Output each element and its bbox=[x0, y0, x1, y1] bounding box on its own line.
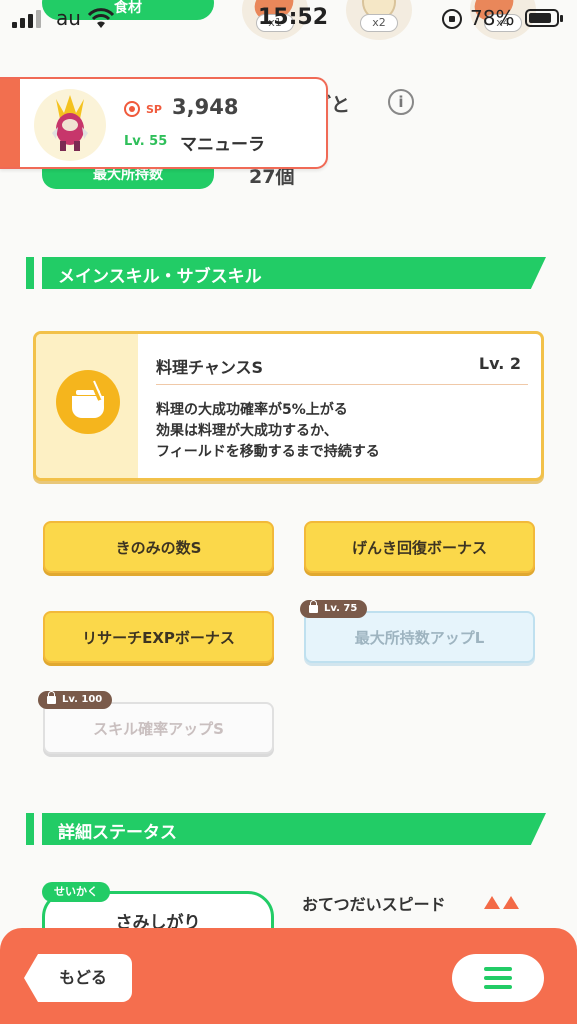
pokemon-card[interactable]: SP 3,948 Lv. 55 マニューラ bbox=[0, 77, 328, 169]
stat-up-icon bbox=[484, 896, 500, 909]
section-title: メインスキル・サブスキル bbox=[58, 267, 262, 287]
rotation-lock-icon bbox=[442, 9, 462, 29]
svg-text:!: ! bbox=[102, 400, 108, 416]
signal-icon bbox=[12, 10, 46, 28]
sp-label: SP bbox=[146, 103, 162, 116]
back-button[interactable]: もどる bbox=[24, 954, 132, 1002]
help-speed-label: おてつだいスピード bbox=[302, 895, 446, 914]
carrier-label: au bbox=[56, 6, 81, 30]
details-section-header: 詳細ステータス bbox=[26, 813, 546, 845]
main-skill-level: Lv. 2 bbox=[478, 354, 521, 373]
clock: 15:52 bbox=[258, 5, 329, 30]
battery-percent: 78% bbox=[470, 6, 515, 30]
main-skill-description: 料理の大成功確率が5%上がる 効果は料理が大成功するか、 フィールドを移動するま… bbox=[156, 402, 380, 460]
stat-up-icon bbox=[503, 896, 519, 909]
sub-skill-button-locked[interactable]: 最大所持数アップL bbox=[304, 611, 535, 663]
sub-skill-button[interactable]: リサーチEXPボーナス bbox=[43, 611, 274, 663]
bottom-bar: もどる bbox=[0, 928, 577, 1024]
sp-value: 3,948 bbox=[172, 95, 239, 119]
pokemon-avatar bbox=[34, 89, 106, 161]
wifi-icon bbox=[88, 8, 114, 28]
lock-icon bbox=[309, 600, 318, 613]
lock-level-badge: Lv. 100 bbox=[38, 691, 113, 709]
menu-button[interactable] bbox=[452, 954, 544, 1002]
pokemon-name: マニューラ bbox=[180, 135, 265, 155]
cooking-pot-icon: ! bbox=[56, 370, 120, 434]
lock-icon bbox=[47, 691, 56, 704]
skills-section-header: メインスキル・サブスキル bbox=[26, 257, 546, 289]
lock-level-badge: Lv. 75 bbox=[300, 600, 368, 618]
sub-skill-button[interactable]: げんき回復ボーナス bbox=[304, 521, 535, 573]
sub-skill-button-locked[interactable]: スキル確率アップS bbox=[43, 702, 274, 754]
nature-tag: せいかく bbox=[42, 882, 110, 902]
section-title: 詳細ステータス bbox=[58, 823, 177, 843]
main-skill-name: 料理チャンスS bbox=[156, 358, 264, 377]
status-bar: au 15:52 78% bbox=[0, 0, 577, 38]
info-icon[interactable]: i bbox=[388, 89, 414, 115]
sub-skill-button[interactable]: きのみの数S bbox=[43, 521, 274, 573]
battery-icon bbox=[525, 9, 563, 27]
sp-ball-icon bbox=[124, 101, 140, 117]
pokemon-level: Lv. 55 bbox=[124, 134, 168, 149]
main-skill-card[interactable]: ! 料理チャンスS Lv. 2 料理の大成功確率が5%上がる 効果は料理が大成功… bbox=[33, 331, 544, 481]
